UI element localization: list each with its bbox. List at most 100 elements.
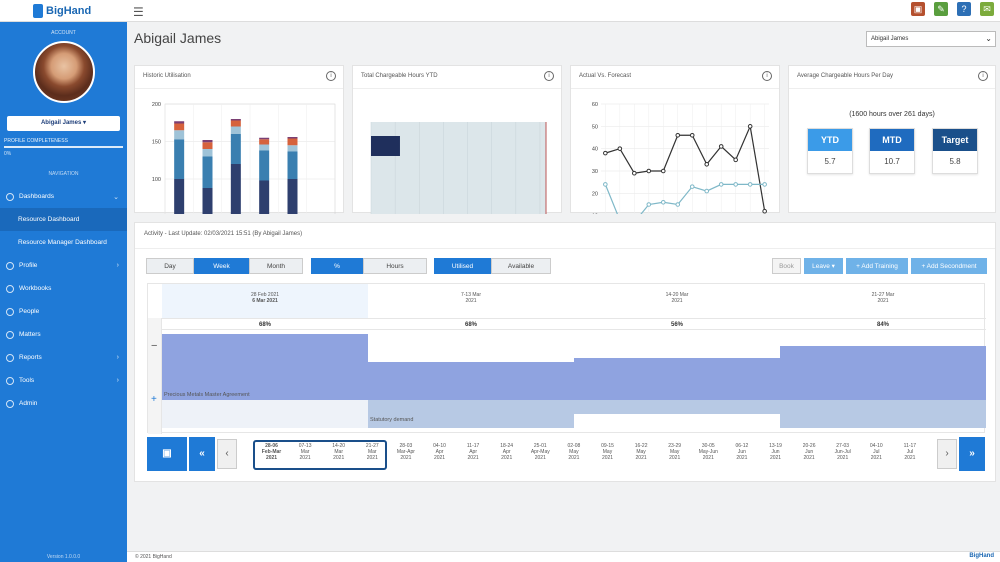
previous-button[interactable]: ‹	[217, 439, 237, 469]
y-tick-label: 30	[592, 169, 598, 175]
briefcase-icon[interactable]: ▣	[911, 2, 925, 16]
tile-value: 5.7	[808, 151, 852, 173]
sidebar-item-people[interactable]: People	[0, 300, 127, 323]
bar-segment	[230, 126, 241, 134]
account-label: ACCOUNT	[51, 30, 76, 36]
day-toggle[interactable]: Day	[146, 258, 194, 274]
tile-label: Target	[933, 129, 977, 151]
week-item[interactable]: 23-29 May 2021	[658, 443, 691, 467]
profile-completeness-value: 0%	[4, 151, 12, 157]
agreement-block[interactable]	[162, 334, 368, 400]
data-point	[675, 132, 681, 138]
menu-icon[interactable]: ☰	[133, 5, 144, 19]
sidebar-item-reports[interactable]: Reports ›	[0, 346, 127, 369]
info-icon[interactable]: i	[978, 71, 988, 81]
week-item[interactable]: 16-22 May 2021	[625, 443, 658, 467]
utilised-toggle[interactable]: Utilised	[434, 258, 491, 274]
week-item[interactable]: 13-19 Jun 2021	[759, 443, 792, 467]
activity-grid: 28 Feb 2021 6 Mar 2021 7-13 Mar 2021 14-20…	[147, 283, 986, 434]
bar-segment	[230, 164, 241, 214]
user-select[interactable]: Abigail James ⌄	[866, 31, 996, 47]
week-item[interactable]: 04-10 Apr 2021	[423, 443, 456, 467]
reports-icon	[6, 353, 14, 362]
week-item[interactable]: 28-03 Mar-Apr 2021	[389, 443, 422, 467]
data-point	[718, 182, 724, 187]
hours-toggle[interactable]: Hours	[363, 258, 427, 274]
bar-segment	[259, 137, 270, 140]
data-point	[762, 182, 767, 187]
sidebar-item-matters[interactable]: Matters	[0, 323, 127, 346]
bar-segment	[202, 142, 213, 149]
collapse-icon[interactable]: −	[151, 340, 157, 352]
chevron-right-icon: ›	[116, 262, 119, 269]
data-point	[689, 132, 695, 138]
week-item[interactable]: 09-15 May 2021	[591, 443, 624, 467]
column-header: 21-27 Mar 2021	[871, 292, 895, 304]
week-item[interactable]: 27-03 Jun-Jul 2021	[826, 443, 859, 467]
agreement-block[interactable]	[780, 346, 986, 400]
week-item[interactable]: 06-12 Jun 2021	[725, 443, 758, 467]
week-toggle[interactable]: Week	[194, 258, 249, 274]
book-button[interactable]: Book	[772, 258, 801, 274]
sidebar-item-profile[interactable]: Profile ›	[0, 254, 127, 277]
sidebar-item-dashboards[interactable]: Dashboards ⌄	[0, 185, 127, 208]
sidebar-item-workbooks[interactable]: Workbooks	[0, 277, 127, 300]
bar-segment	[287, 145, 298, 152]
week-item[interactable]: 04-10 Jul 2021	[860, 443, 893, 467]
calendar-button[interactable]: ▣	[147, 437, 187, 471]
week-item[interactable]: 11-17 Apr 2021	[457, 443, 490, 467]
y-tick-label: 150	[152, 140, 161, 146]
leave-dropdown[interactable]: Leave ▾	[804, 258, 843, 274]
add-secondment-button[interactable]: + Add Secondment	[911, 258, 987, 274]
add-training-button[interactable]: + Add Training	[846, 258, 908, 274]
tools-icon	[6, 376, 14, 385]
next-button[interactable]: ›	[937, 439, 957, 469]
bar-segment	[259, 144, 270, 151]
available-toggle[interactable]: Available	[491, 258, 551, 274]
week-item[interactable]: 20-26 Jun 2021	[793, 443, 826, 467]
statutory-block[interactable]	[162, 400, 368, 428]
notification-icon[interactable]: ✉	[980, 2, 994, 16]
bighand-logo[interactable]: BigHand	[33, 3, 91, 19]
sidebar-item-admin[interactable]: Admin	[0, 392, 127, 415]
bar-segment	[174, 123, 185, 131]
column-percent: 56%	[574, 318, 780, 330]
historic-utilisation-card: Historic Utilisation i 050100150200OctNo…	[134, 65, 344, 214]
agreement-block[interactable]	[368, 362, 574, 400]
user-menu-button[interactable]: Abigail James ▾	[7, 116, 120, 131]
statutory-block[interactable]	[368, 400, 574, 428]
historic-utilisation-chart: 050100150200OctNovDecJanFebMar	[152, 102, 336, 214]
statutory-block[interactable]	[574, 400, 780, 414]
data-point	[660, 199, 666, 205]
logo-icon	[33, 4, 43, 18]
sidebar-item-resource-dashboard[interactable]: Resource Dashboard	[0, 208, 127, 231]
week-item[interactable]: 25-01 Apr-May 2021	[524, 443, 557, 467]
data-point	[660, 168, 666, 174]
week-item[interactable]: 30-05 May-Jun 2021	[692, 443, 725, 467]
last-page-button[interactable]: »	[959, 437, 985, 471]
sidebar-item-tools[interactable]: Tools ›	[0, 369, 127, 392]
week-item[interactable]: 11-17 Jul 2021	[893, 443, 926, 467]
tile-label: MTD	[870, 129, 914, 151]
tile-value: 5.8	[933, 151, 977, 173]
y-tick-label: 40	[592, 147, 598, 153]
bar-segment	[174, 139, 185, 179]
series-line	[605, 124, 766, 212]
expand-icon[interactable]: +	[151, 394, 157, 405]
week-item[interactable]: 02-08 May 2021	[557, 443, 590, 467]
help-icon[interactable]: ?	[957, 2, 971, 16]
bar-segment	[287, 151, 298, 179]
actual-vs-forecast-chart: 0102030405060W/C 14/12W/C 21/12W/C 28/12…	[592, 102, 769, 214]
month-toggle[interactable]: Month	[249, 258, 303, 274]
sidebar: ACCOUNT Abigail James ▾ PROFILE COMPLETE…	[0, 22, 127, 562]
week-item[interactable]: 18-24 Apr 2021	[490, 443, 523, 467]
target-bar	[371, 122, 546, 214]
sidebar-item-resource-manager-dashboard[interactable]: Resource Manager Dashboard	[0, 231, 127, 254]
percent-toggle[interactable]: %	[311, 258, 363, 274]
y-tick-label: 20	[592, 191, 598, 197]
agreement-block[interactable]	[574, 358, 780, 400]
first-page-button[interactable]: «	[189, 437, 215, 471]
notes-icon[interactable]: ✎	[934, 2, 948, 16]
statutory-block[interactable]	[780, 400, 986, 428]
people-icon	[6, 307, 14, 316]
